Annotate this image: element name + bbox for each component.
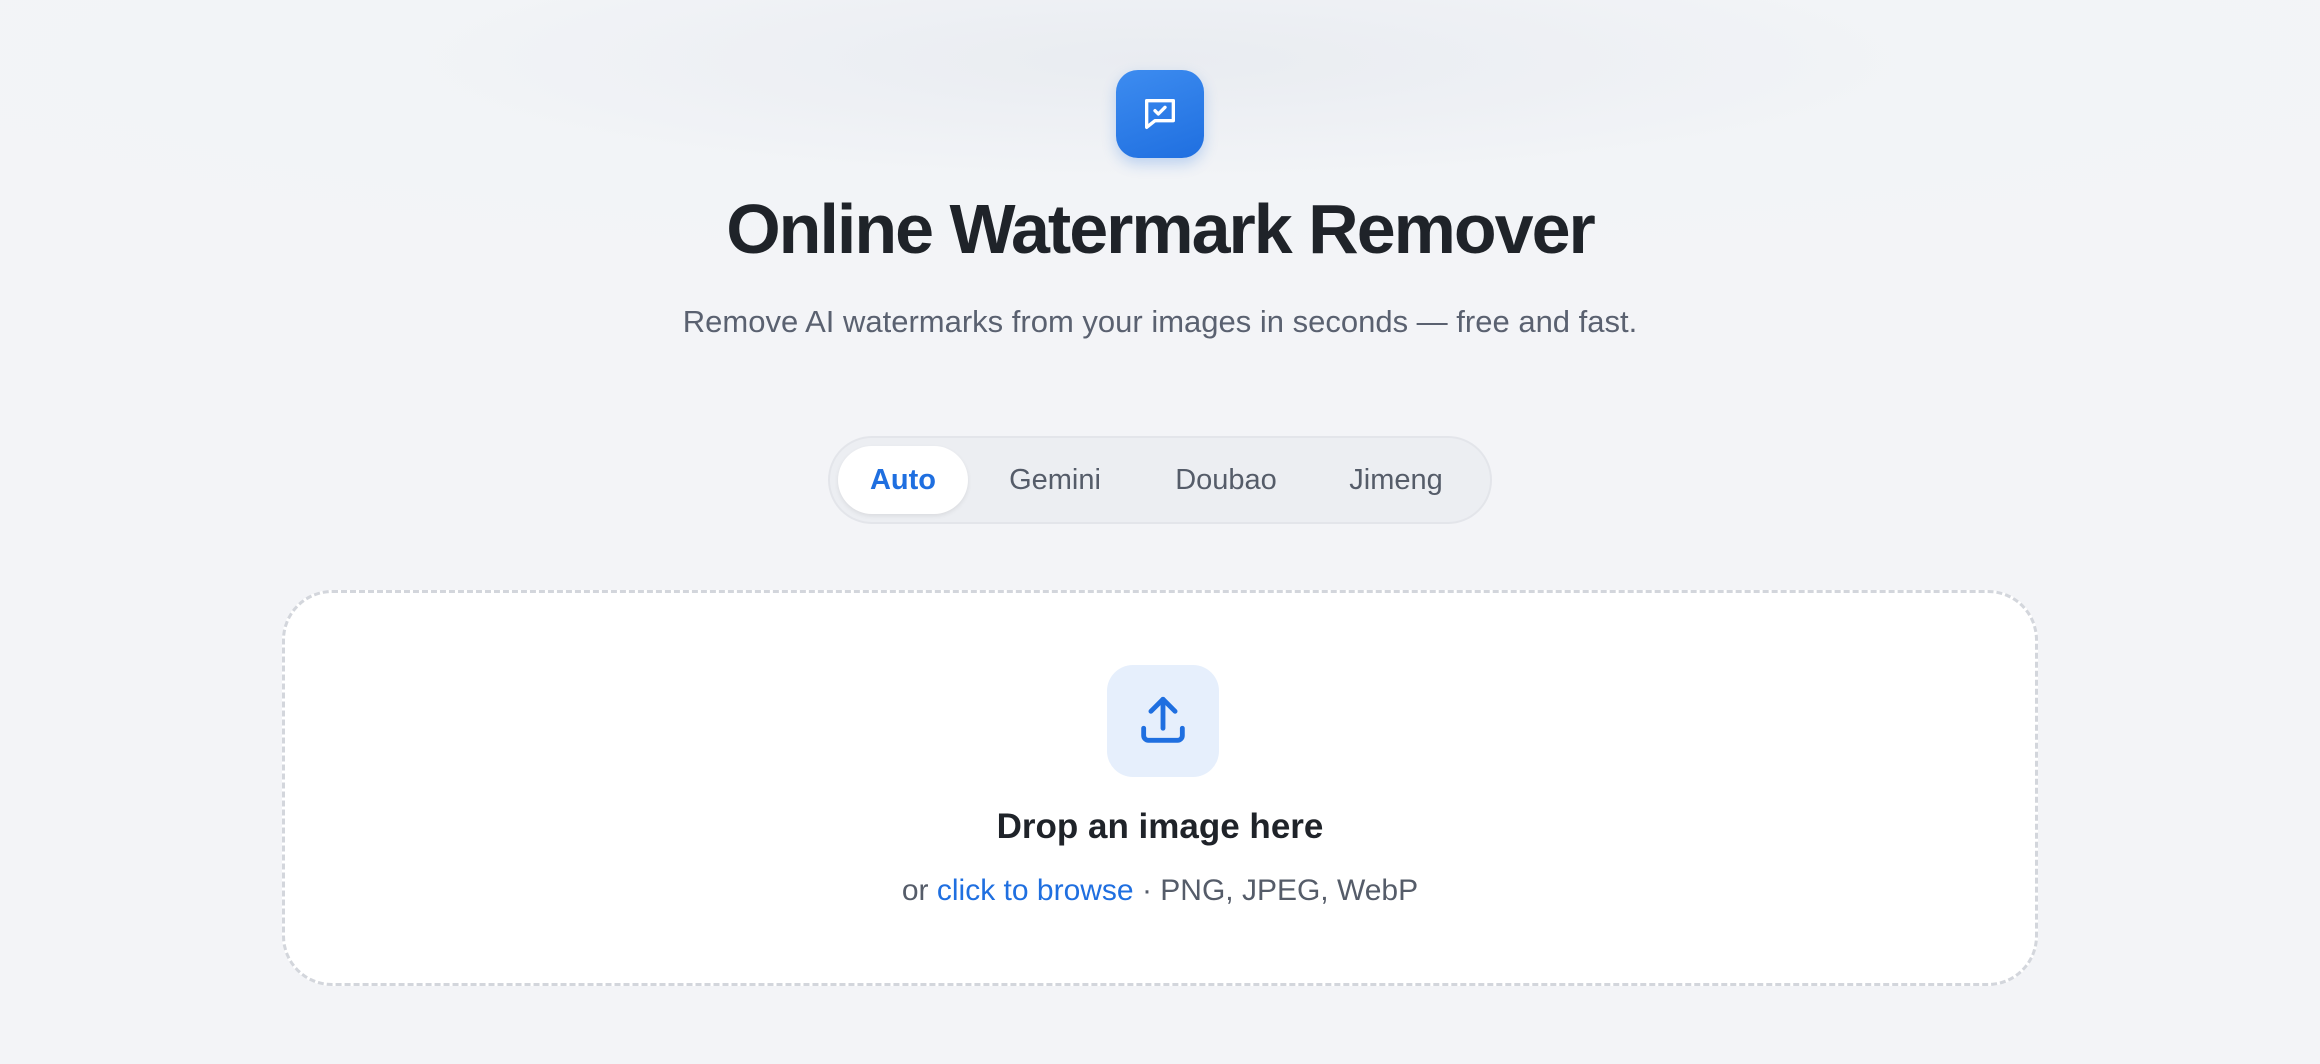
tab-doubao[interactable]: Doubao <box>1142 446 1310 514</box>
page-subtitle: Remove AI watermarks from your images in… <box>682 304 1638 339</box>
dropzone-title: Drop an image here <box>996 807 1324 846</box>
tab-auto[interactable]: Auto <box>838 446 968 514</box>
upload-icon <box>1141 696 1185 743</box>
app-logo <box>1116 70 1204 158</box>
page-title: Online Watermark Remover <box>726 190 1596 268</box>
browse-link[interactable]: click to browse <box>937 874 1134 907</box>
tab-gemini[interactable]: Gemini <box>968 446 1142 514</box>
model-selector-tabs: Auto Gemini Doubao Jimeng <box>828 436 1492 524</box>
image-dropzone[interactable]: Drop an image here or click to browse · … <box>282 590 2038 986</box>
tab-jimeng[interactable]: Jimeng <box>1310 446 1482 514</box>
upload-icon-container <box>1107 665 1219 777</box>
dropzone-subtitle: or click to browse · PNG, JPEG, WebP <box>285 871 2035 911</box>
message-check-icon <box>1145 99 1175 129</box>
supported-formats: · PNG, JPEG, WebP <box>1133 874 1419 907</box>
dropzone-prefix: or <box>901 874 937 907</box>
